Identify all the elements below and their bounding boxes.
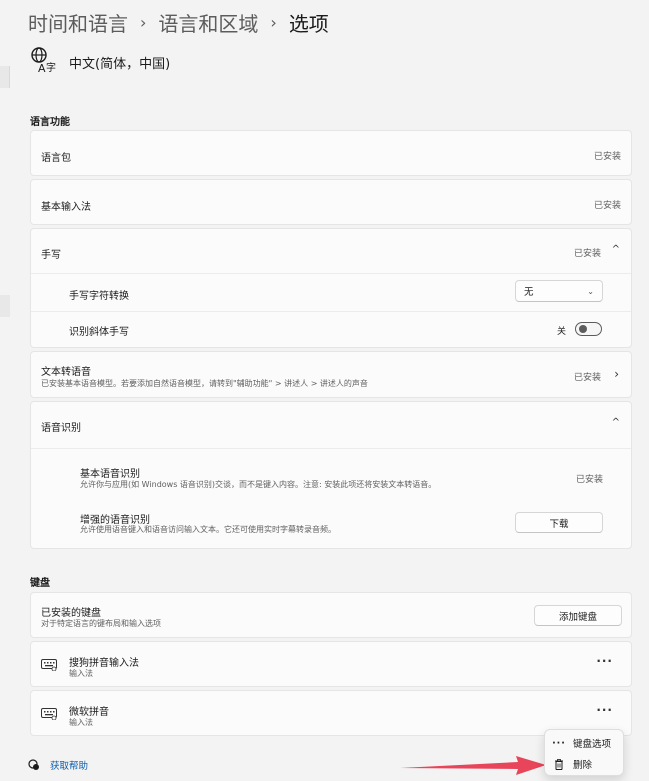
more-options-button[interactable]: ··· — [596, 654, 613, 668]
breadcrumb: 时间和语言 › 语言和区域 › 选项 — [28, 8, 329, 36]
more-options-button[interactable]: ··· — [596, 703, 613, 717]
keyboard-icon — [41, 659, 57, 671]
language-name: 中文(简体，中国) — [69, 57, 171, 72]
basic-input-card: 基本输入法 已安装 — [30, 179, 632, 225]
menu-item-delete[interactable]: 删除 — [545, 753, 623, 775]
trash-icon — [545, 758, 573, 770]
menu-item-label: 删除 — [573, 760, 593, 771]
chevron-up-icon: ^ — [611, 244, 620, 255]
installed-keyboards-label: 已安装的键盘 — [41, 608, 101, 619]
italic-handwriting-toggle[interactable] — [575, 322, 602, 336]
chevron-right-icon: › — [614, 367, 619, 381]
svg-text:A: A — [38, 62, 46, 74]
basic-input-status: 已安装 — [593, 201, 621, 211]
more-icon: ··· — [552, 737, 566, 749]
breadcrumb-options: 选项 — [288, 11, 329, 36]
keyboard-name: 搜狗拼音输入法 — [69, 658, 139, 669]
language-pack-label: 语言包 — [41, 153, 71, 164]
download-button[interactable]: 下载 — [515, 512, 603, 533]
italic-handwriting-label: 识别斜体手写 — [69, 327, 129, 338]
toggle-knob — [579, 325, 587, 333]
menu-item-keyboard-options[interactable]: ··· 键盘选项 — [545, 732, 623, 754]
help-icon — [28, 759, 39, 770]
keyboard-item: 搜狗拼音输入法 输入法 ··· — [30, 641, 632, 687]
tts-status: 已安装 — [573, 373, 601, 383]
section-title-language-features: 语言功能 — [30, 117, 70, 128]
keyboard-type: 输入法 — [69, 669, 93, 678]
breadcrumb-time-language[interactable]: 时间和语言 — [28, 8, 128, 37]
language-pack-status: 已安装 — [593, 152, 621, 162]
add-keyboard-button[interactable]: 添加键盘 — [534, 605, 622, 626]
keyboard-name: 微软拼音 — [69, 707, 109, 718]
keyboard-icon — [41, 708, 57, 720]
tts-label: 文本转语音 — [41, 367, 91, 378]
nav-pane-scroll-thumb[interactable] — [0, 295, 10, 317]
char-conversion-select[interactable]: 无 ⌄ — [515, 280, 603, 302]
handwriting-status: 已安装 — [573, 249, 601, 259]
chevron-right-icon: › — [140, 12, 147, 32]
chevron-down-icon: ⌄ — [587, 286, 594, 296]
context-menu: ··· 键盘选项 删除 — [544, 729, 624, 776]
nav-pane-edge — [0, 66, 10, 88]
speech-header[interactable]: 语音识别 ^ — [31, 402, 631, 448]
divider — [31, 448, 631, 449]
speech-card: 语音识别 ^ 基本语音识别 允许你与应用(如 Windows 语音识别)交谈，而… — [30, 401, 632, 549]
divider — [31, 311, 631, 312]
basic-input-label: 基本输入法 — [41, 202, 91, 213]
svg-text:字: 字 — [46, 61, 56, 74]
keyboard-item: 微软拼音 输入法 ··· — [30, 690, 632, 736]
basic-speech-desc: 允许你与应用(如 Windows 语音识别)交谈，而不是键入内容。注意: 安装此… — [80, 480, 437, 489]
enhanced-speech-desc: 允许使用语音键入和语音访问输入文本。它还可使用实时字幕转录音频。 — [80, 525, 336, 534]
handwriting-label: 手写 — [41, 250, 61, 261]
chevron-up-icon: ^ — [611, 417, 620, 428]
speech-label: 语音识别 — [41, 423, 81, 434]
menu-item-label: 键盘选项 — [573, 739, 612, 750]
installed-keyboards-card: 已安装的键盘 对于特定语言的键布局和输入选项 添加键盘 — [30, 592, 632, 638]
red-arrow-annotation — [400, 756, 546, 775]
get-help-link[interactable]: 获取帮助 — [28, 758, 88, 772]
handwriting-header[interactable]: 手写 已安装 ^ — [31, 229, 631, 273]
char-conversion-value: 无 — [524, 287, 534, 298]
chevron-right-icon: › — [270, 12, 277, 32]
language-pack-card: 语言包 已安装 — [30, 130, 632, 176]
section-title-keyboard: 键盘 — [30, 578, 50, 589]
language-icon: A 字 — [31, 47, 56, 74]
keyboard-type: 输入法 — [69, 718, 93, 727]
basic-speech-label: 基本语音识别 — [80, 469, 140, 480]
handwriting-card: 手写 已安装 ^ 手写字符转换 无 ⌄ 识别斜体手写 关 — [30, 228, 632, 348]
tts-desc: 已安装基本语音模型。若要添加自然语音模型，请转到"辅助功能" > 讲述人 > 讲… — [41, 379, 368, 388]
installed-keyboards-desc: 对于特定语言的键布局和输入选项 — [41, 619, 161, 628]
divider — [31, 273, 631, 274]
italic-toggle-state: 关 — [556, 327, 566, 337]
tts-card[interactable]: 文本转语音 已安装基本语音模型。若要添加自然语音模型，请转到"辅助功能" > 讲… — [30, 351, 632, 398]
basic-speech-status: 已安装 — [575, 475, 603, 485]
breadcrumb-language-region[interactable]: 语言和区域 — [158, 8, 258, 37]
char-conversion-label: 手写字符转换 — [69, 291, 129, 302]
get-help-label: 获取帮助 — [50, 761, 89, 772]
